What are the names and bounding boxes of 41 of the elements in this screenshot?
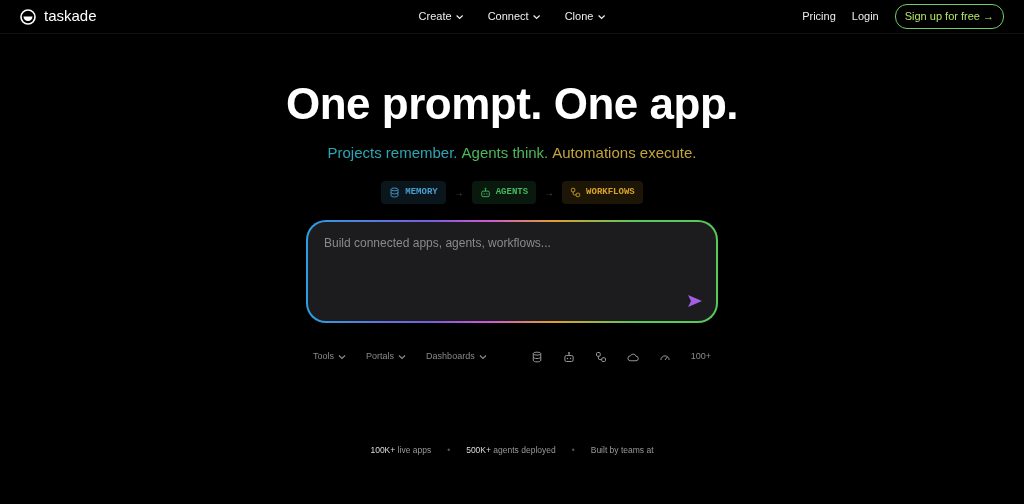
toolbar-menu[interactable]: Portals (366, 350, 407, 364)
nav-menu[interactable]: Create (418, 8, 464, 25)
cloud-icon[interactable] (626, 350, 639, 363)
nav-link[interactable]: Login (851, 8, 879, 25)
stat-text: 100K+ live apps (370, 443, 432, 457)
caret-icon (455, 13, 464, 20)
hero-title: One prompt. One app. (286, 82, 738, 126)
bullet-separator: • (571, 443, 575, 457)
feature-pill: MEMORY (381, 180, 446, 204)
tagline-text: Automations execute. (552, 143, 697, 163)
caret-icon (398, 353, 407, 360)
bullet-separator: • (447, 443, 451, 457)
database-icon[interactable] (530, 350, 543, 363)
more-count[interactable]: 100+ (690, 350, 711, 364)
caret-icon (478, 353, 487, 360)
caret-icon (532, 13, 541, 20)
caret-icon (338, 353, 347, 360)
logo-icon (20, 8, 36, 25)
caret-icon (597, 13, 606, 20)
logo-text[interactable]: taskade (44, 5, 97, 28)
arrow-icon: → (453, 184, 464, 200)
toolbar-menu[interactable]: Dashboards (426, 350, 487, 364)
stat-text: Built by teams at (590, 443, 654, 457)
nav-menu[interactable]: Connect (487, 8, 541, 25)
tagline-text: Projects remember. (327, 143, 458, 163)
prompt-field[interactable]: Build connected apps, agents, workflows... (308, 222, 716, 321)
sign-up-button[interactable]: Sign up for free → (894, 4, 1004, 29)
workflow-icon[interactable] (594, 350, 607, 363)
workflow-icon (570, 186, 582, 198)
database-icon (389, 186, 401, 198)
arrow-icon: → (544, 184, 555, 200)
stat-text: 500K+ agents deployed (466, 443, 556, 457)
toolbar-menu[interactable]: Tools (313, 350, 347, 364)
tagline-text: Agents think. (461, 143, 549, 163)
send-icon[interactable] (688, 295, 702, 307)
feature-pill: WORKFLOWS (562, 180, 643, 204)
nav-link[interactable]: Pricing (802, 8, 836, 25)
nav-menu[interactable]: Clone (564, 8, 606, 25)
robot-icon[interactable] (562, 350, 575, 363)
feature-pill: AGENTS (471, 180, 537, 204)
robot-icon (479, 186, 491, 198)
